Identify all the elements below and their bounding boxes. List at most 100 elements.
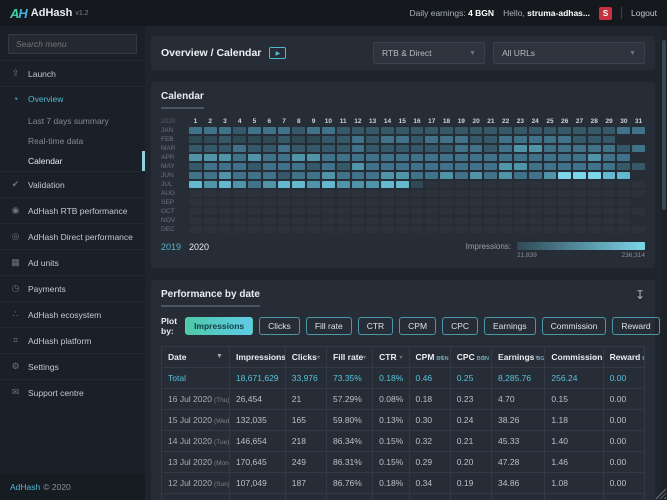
heatmap-cell[interactable] [278, 181, 291, 188]
heatmap-cell[interactable] [396, 136, 409, 143]
heatmap-cell[interactable] [263, 217, 276, 224]
heatmap-cell[interactable] [292, 208, 305, 215]
heatmap-cell[interactable] [189, 217, 202, 224]
heatmap-cell[interactable] [322, 172, 335, 179]
heatmap-cell[interactable] [632, 181, 645, 188]
sidebar-item-payments[interactable]: ◷Payments [0, 275, 145, 301]
heatmap-cell[interactable] [292, 181, 305, 188]
heatmap-cell[interactable] [381, 199, 394, 206]
heatmap-cell[interactable] [411, 199, 424, 206]
heatmap-cell[interactable] [425, 199, 438, 206]
heatmap-cell[interactable] [396, 217, 409, 224]
heatmap-cell[interactable] [425, 136, 438, 143]
heatmap-cell[interactable] [411, 127, 424, 134]
heatmap-cell[interactable] [204, 172, 217, 179]
heatmap-cell[interactable] [632, 163, 645, 170]
heatmap-cell[interactable] [278, 208, 291, 215]
footer-brand-link[interactable]: AdHash [10, 482, 40, 492]
heatmap-cell[interactable] [425, 154, 438, 161]
heatmap-cell[interactable] [352, 127, 365, 134]
heatmap-cell[interactable] [603, 217, 616, 224]
heatmap-cell[interactable] [337, 199, 350, 206]
heatmap-cell[interactable] [292, 127, 305, 134]
heatmap-cell[interactable] [617, 154, 630, 161]
heatmap-cell[interactable] [440, 172, 453, 179]
heatmap-cell[interactable] [352, 172, 365, 179]
heatmap-cell[interactable] [263, 145, 276, 152]
heatmap-cell[interactable] [366, 190, 379, 197]
column-header-date[interactable]: ▼Date [162, 347, 230, 368]
heatmap-cell[interactable] [588, 145, 601, 152]
heatmap-cell[interactable] [440, 217, 453, 224]
heatmap-cell[interactable] [219, 163, 232, 170]
heatmap-cell[interactable] [573, 136, 586, 143]
heatmap-cell[interactable] [219, 226, 232, 233]
heatmap-cell[interactable] [484, 226, 497, 233]
heatmap-cell[interactable] [396, 172, 409, 179]
heatmap-cell[interactable] [292, 190, 305, 197]
heatmap-cell[interactable] [470, 199, 483, 206]
heatmap-cell[interactable] [411, 163, 424, 170]
heatmap-cell[interactable] [514, 226, 527, 233]
heatmap-cell[interactable] [219, 154, 232, 161]
heatmap-cell[interactable] [219, 208, 232, 215]
plot-button-fill-rate[interactable]: Fill rate [306, 317, 352, 335]
sidebar-item-launch[interactable]: ⇪Launch [0, 60, 145, 86]
column-header-impressions[interactable]: ▾Impressions [229, 347, 285, 368]
heatmap-cell[interactable] [233, 154, 246, 161]
column-header-cpc[interactable]: ▾CPCBGN [450, 347, 491, 368]
heatmap-cell[interactable] [248, 208, 261, 215]
heatmap-cell[interactable] [514, 127, 527, 134]
download-icon[interactable]: ↧ [635, 289, 645, 301]
heatmap-cell[interactable] [189, 190, 202, 197]
heatmap-cell[interactable] [352, 163, 365, 170]
heatmap-cell[interactable] [573, 199, 586, 206]
plot-button-cpm[interactable]: CPM [399, 317, 436, 335]
traffic-type-dropdown[interactable]: RTB & Direct ▼ [373, 42, 485, 64]
heatmap-cell[interactable] [529, 190, 542, 197]
heatmap-cell[interactable] [219, 172, 232, 179]
heatmap-cell[interactable] [381, 154, 394, 161]
heatmap-cell[interactable] [278, 190, 291, 197]
heatmap-cell[interactable] [558, 208, 571, 215]
heatmap-cell[interactable] [366, 127, 379, 134]
heatmap-cell[interactable] [263, 226, 276, 233]
heatmap-cell[interactable] [248, 199, 261, 206]
heatmap-cell[interactable] [544, 136, 557, 143]
heatmap-cell[interactable] [440, 136, 453, 143]
heatmap-cell[interactable] [617, 217, 630, 224]
heatmap-cell[interactable] [204, 226, 217, 233]
heatmap-cell[interactable] [233, 208, 246, 215]
heatmap-cell[interactable] [529, 145, 542, 152]
heatmap-cell[interactable] [499, 145, 512, 152]
sidebar-item-adhash-ecosystem[interactable]: ∴AdHash ecosystem [0, 301, 145, 327]
heatmap-cell[interactable] [588, 226, 601, 233]
heatmap-cell[interactable] [396, 154, 409, 161]
heatmap-cell[interactable] [425, 127, 438, 134]
heatmap-cell[interactable] [470, 208, 483, 215]
heatmap-cell[interactable] [514, 172, 527, 179]
heatmap-cell[interactable] [337, 226, 350, 233]
heatmap-cell[interactable] [337, 217, 350, 224]
heatmap-cell[interactable] [307, 163, 320, 170]
heatmap-cell[interactable] [278, 136, 291, 143]
heatmap-cell[interactable] [425, 145, 438, 152]
heatmap-cell[interactable] [573, 208, 586, 215]
heatmap-cell[interactable] [588, 136, 601, 143]
heatmap-cell[interactable] [366, 145, 379, 152]
heatmap-cell[interactable] [248, 127, 261, 134]
heatmap-cell[interactable] [307, 172, 320, 179]
heatmap-cell[interactable] [455, 172, 468, 179]
heatmap-cell[interactable] [558, 199, 571, 206]
heatmap-cell[interactable] [352, 217, 365, 224]
heatmap-cell[interactable] [470, 136, 483, 143]
heatmap-cell[interactable] [484, 154, 497, 161]
heatmap-cell[interactable] [440, 190, 453, 197]
heatmap-cell[interactable] [352, 226, 365, 233]
heatmap-cell[interactable] [470, 163, 483, 170]
heatmap-cell[interactable] [440, 226, 453, 233]
heatmap-cell[interactable] [617, 190, 630, 197]
heatmap-cell[interactable] [411, 172, 424, 179]
heatmap-cell[interactable] [233, 172, 246, 179]
heatmap-cell[interactable] [411, 217, 424, 224]
